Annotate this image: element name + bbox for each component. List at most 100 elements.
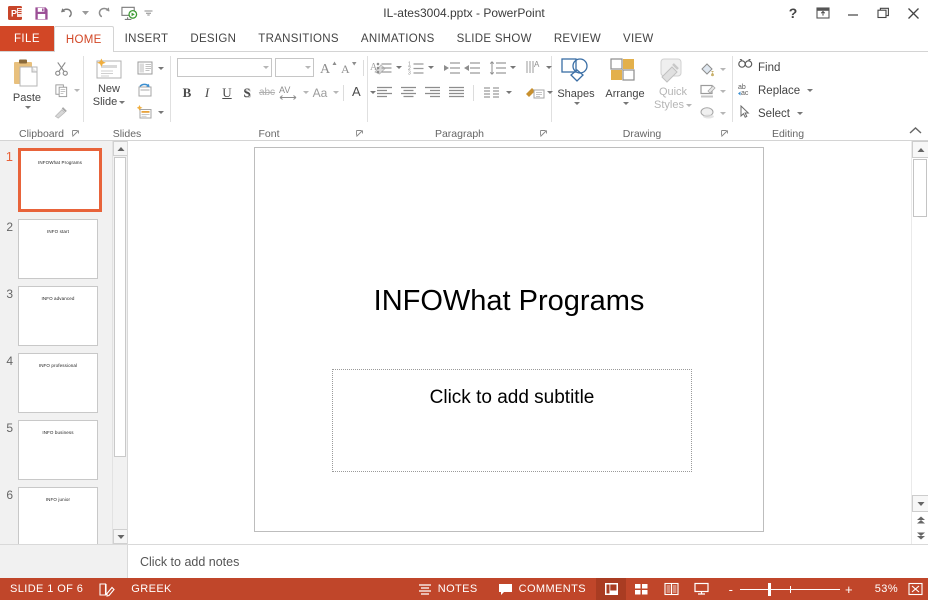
redo-icon[interactable] [92, 2, 116, 24]
scroll-thumb[interactable] [913, 159, 927, 217]
reset-icon[interactable] [134, 79, 156, 101]
normal-view-button[interactable] [596, 578, 626, 600]
copy-icon[interactable] [50, 79, 72, 101]
start-slideshow-icon[interactable] [117, 2, 141, 24]
zoom-slider-handle[interactable] [768, 582, 771, 596]
quick-styles-dropdown-icon[interactable] [685, 104, 692, 107]
thumbnail-scroll-up-button[interactable] [113, 141, 127, 156]
find-button[interactable]: Find [733, 56, 780, 79]
zoom-percent-label[interactable]: 53% [864, 583, 902, 595]
layout-icon[interactable] [134, 57, 156, 79]
replace-dropdown-icon[interactable] [807, 89, 814, 92]
undo-icon[interactable] [54, 2, 78, 24]
reading-view-button[interactable] [656, 578, 686, 600]
align-left-icon[interactable] [374, 82, 394, 103]
tab-file[interactable]: FILE [0, 26, 54, 51]
center-icon[interactable] [398, 82, 418, 103]
columns-icon[interactable] [481, 82, 501, 103]
restore-button[interactable] [868, 0, 898, 26]
slide-thumbnail-2[interactable]: 2 INFO start [0, 212, 127, 279]
notes-button[interactable]: NOTES [408, 578, 488, 600]
quick-styles-button[interactable]: Quick Styles [650, 55, 696, 112]
previous-slide-button[interactable] [912, 512, 928, 527]
font-size-input[interactable] [275, 58, 314, 77]
replace-button[interactable]: ab ac Replace [733, 79, 814, 102]
arrange-button[interactable]: Arrange [600, 55, 650, 105]
close-button[interactable] [898, 0, 928, 26]
undo-dropdown-icon[interactable] [79, 2, 91, 24]
format-painter-icon[interactable] [50, 101, 72, 123]
zoom-in-button[interactable]: + [840, 582, 858, 597]
numbering-icon[interactable]: 123 [406, 57, 426, 78]
paragraph-dialog-launcher[interactable] [540, 130, 548, 140]
select-button[interactable]: Select [733, 102, 803, 125]
font-name-input[interactable] [177, 58, 272, 77]
arrange-dropdown-icon[interactable] [623, 102, 629, 105]
help-button[interactable]: ? [778, 0, 808, 26]
tab-slide-show[interactable]: SLIDE SHOW [446, 26, 543, 51]
tab-review[interactable]: REVIEW [543, 26, 612, 51]
tab-insert[interactable]: INSERT [114, 26, 180, 51]
italic-icon[interactable]: I [197, 82, 217, 103]
collapse-ribbon-button[interactable] [909, 126, 922, 138]
tab-view[interactable]: VIEW [612, 26, 665, 51]
change-case-icon[interactable]: Aa [309, 82, 331, 103]
bullets-icon[interactable] [374, 57, 394, 78]
select-dropdown-icon[interactable] [796, 112, 803, 115]
slide-thumbnail-preview[interactable]: INFO junior [18, 487, 98, 544]
zoom-out-button[interactable]: - [722, 582, 740, 597]
slide-vertical-scrollbar[interactable] [911, 141, 928, 544]
shape-outline-dropdown-icon[interactable] [720, 89, 726, 93]
ribbon-display-options-button[interactable] [808, 0, 838, 26]
line-spacing-icon[interactable] [488, 57, 508, 78]
slide-canvas[interactable]: INFOWhat Programs Click to add subtitle [254, 147, 764, 532]
strikethrough-icon[interactable]: abc [257, 82, 277, 103]
numbering-dropdown-icon[interactable] [428, 66, 434, 69]
section-icon[interactable] [134, 101, 156, 123]
language-indicator[interactable]: GREEK [121, 578, 182, 600]
new-slide-button[interactable]: New Slide [84, 55, 134, 109]
clipboard-dialog-launcher[interactable] [72, 130, 80, 140]
slide-sorter-view-button[interactable] [626, 578, 656, 600]
line-spacing-dropdown-icon[interactable] [510, 66, 516, 69]
decrease-indent-icon[interactable] [442, 57, 462, 78]
customize-qat-icon[interactable] [142, 2, 154, 24]
comments-button[interactable]: COMMENTS [488, 578, 596, 600]
shape-effects-dropdown-icon[interactable] [720, 111, 726, 115]
minimize-button[interactable] [838, 0, 868, 26]
change-case-dropdown-icon[interactable] [333, 91, 339, 94]
font-size-dropdown-icon[interactable] [305, 66, 311, 69]
slide-thumbnail-1[interactable]: 1 INFOWhat Programs [0, 141, 127, 212]
justify-icon[interactable] [446, 82, 466, 103]
slide-thumbnail-preview[interactable]: INFO start [18, 219, 98, 279]
bullets-dropdown-icon[interactable] [396, 66, 402, 69]
thumbnail-scrollbar[interactable] [112, 141, 127, 544]
underline-icon[interactable]: U [217, 82, 237, 103]
save-icon[interactable] [29, 2, 53, 24]
copy-dropdown-icon[interactable] [74, 88, 80, 92]
decrease-font-size-icon[interactable]: A [339, 57, 359, 78]
slide-thumbnail-6[interactable]: 6 INFO junior [0, 480, 127, 544]
shapes-dropdown-icon[interactable] [574, 102, 580, 105]
thumbnail-scroll-down-button[interactable] [113, 529, 127, 544]
cut-icon[interactable] [50, 57, 72, 79]
slide-thumbnail-4[interactable]: 4 INFO professional [0, 346, 127, 413]
convert-to-smartart-icon[interactable] [525, 82, 545, 103]
shapes-button[interactable]: Shapes [552, 55, 600, 105]
paste-dropdown-icon[interactable] [25, 106, 31, 109]
slide-thumbnail-preview[interactable]: INFO professional [18, 353, 98, 413]
tab-home[interactable]: HOME [53, 26, 114, 52]
drawing-dialog-launcher[interactable] [721, 130, 729, 140]
shape-effects-icon[interactable] [696, 102, 718, 124]
slide-thumbnail-preview[interactable]: INFO advanced [18, 286, 98, 346]
slide-subtitle-placeholder[interactable]: Click to add subtitle [332, 369, 692, 472]
font-color-icon[interactable]: A [348, 82, 368, 103]
scroll-up-button[interactable] [912, 141, 928, 158]
scroll-down-button[interactable] [912, 495, 928, 512]
character-spacing-icon[interactable]: AV [277, 82, 301, 103]
increase-font-size-icon[interactable]: A [319, 57, 339, 78]
shape-outline-icon[interactable] [696, 80, 718, 102]
slide-indicator[interactable]: SLIDE 1 OF 6 [0, 578, 93, 600]
increase-indent-icon[interactable] [462, 57, 482, 78]
thumbnail-scroll-thumb[interactable] [114, 157, 126, 457]
